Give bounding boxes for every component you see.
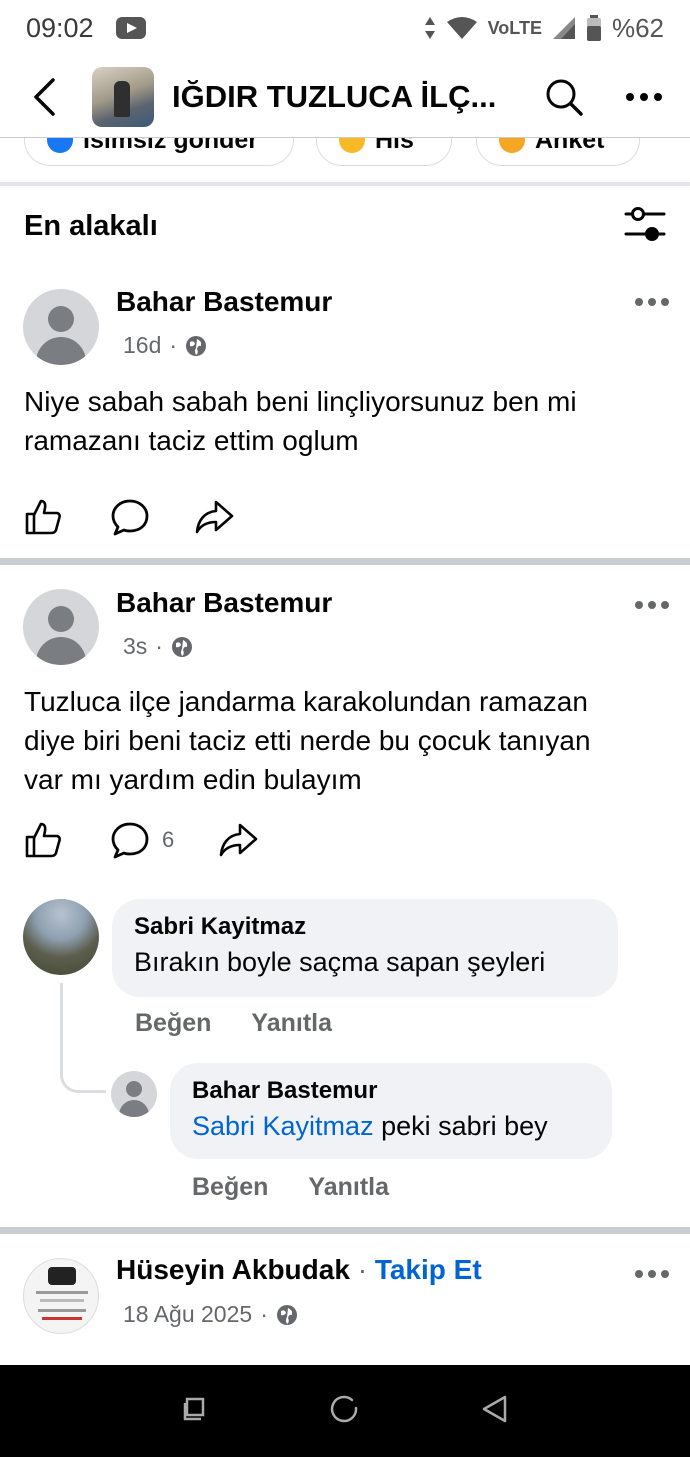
- chip-label: His: [375, 138, 414, 154]
- post-time[interactable]: 16d: [123, 332, 161, 359]
- back-arrow-icon[interactable]: [24, 77, 64, 117]
- feeling-icon: [339, 138, 365, 153]
- post-author[interactable]: Bahar Bastemur: [116, 587, 332, 619]
- comment-count: 6: [162, 827, 175, 852]
- post-author-row: Hüseyin Akbudak · Takip Et: [116, 1254, 482, 1286]
- post-divider: [0, 558, 690, 565]
- post-text-line: Niye sabah sabah beni linçliyorsunuz ben…: [24, 386, 577, 417]
- group-cover-thumbnail[interactable]: [92, 66, 154, 127]
- comment-like-button[interactable]: Beğen: [135, 1009, 211, 1038]
- share-arrow-icon: [195, 500, 234, 534]
- nav-back-icon[interactable]: [481, 1394, 509, 1429]
- post-meta: 18 Ağu 2025 ·: [123, 1301, 298, 1328]
- share-arrow-icon: [219, 823, 258, 857]
- comment-reply-button[interactable]: Yanıtla: [251, 1009, 332, 1038]
- comment-actions: Beğen Yanıtla: [135, 1009, 332, 1038]
- battery-icon: [586, 15, 601, 41]
- data-arrows-icon: [424, 17, 435, 39]
- post-card: Bahar Bastemur 16d · Niye sabah sabah be…: [0, 266, 690, 558]
- poll-icon: [499, 138, 525, 153]
- comment-bubble: Sabri Kayitmaz Bırakın boyle saçma sapan…: [112, 899, 618, 997]
- post-time[interactable]: 3s: [123, 633, 147, 660]
- anonymous-icon: [47, 138, 73, 153]
- separator-dot: ·: [349, 1254, 375, 1285]
- post-meta: 16d ·: [123, 332, 207, 359]
- post-time[interactable]: 18 Ağu 2025: [123, 1301, 252, 1328]
- share-button[interactable]: [218, 822, 258, 858]
- comment-bubble-icon: [111, 822, 149, 859]
- more-options-icon[interactable]: [622, 92, 666, 102]
- post-author[interactable]: Bahar Bastemur: [116, 286, 332, 318]
- follow-button[interactable]: Takip Et: [375, 1254, 482, 1285]
- post-text-line: diye biri beni taciz etti nerde bu çocuk…: [24, 725, 591, 756]
- post-text-line: ramazanı taciz ettim oglum: [24, 425, 359, 456]
- avatar[interactable]: [23, 289, 99, 365]
- comment-author[interactable]: Bahar Bastemur: [192, 1077, 590, 1105]
- post-card: Hüseyin Akbudak · Takip Et 18 Ağu 2025 ·: [0, 1234, 690, 1365]
- filter-sliders-icon[interactable]: [624, 206, 666, 246]
- post-more-icon[interactable]: [634, 597, 670, 615]
- volte-indicator: VoLTE: [487, 17, 542, 38]
- group-header: IĞDIR TUZLUCA İLÇ...: [0, 56, 690, 138]
- comment-button[interactable]: [110, 498, 150, 536]
- avatar[interactable]: [23, 1258, 99, 1334]
- thumbs-up-icon: [25, 499, 61, 535]
- comment-text-body: peki sabri bey: [373, 1111, 548, 1141]
- mention-link[interactable]: Sabri Kayitmaz: [192, 1111, 374, 1141]
- recent-apps-icon[interactable]: [181, 1395, 209, 1428]
- comment-bubble-icon: [111, 499, 149, 536]
- like-button[interactable]: [24, 821, 62, 859]
- post-text-line: Tuzluca ilçe jandarma karakolundan ramaz…: [24, 686, 588, 717]
- post-text: Tuzluca ilçe jandarma karakolundan ramaz…: [24, 682, 664, 799]
- comment-button[interactable]: 6: [110, 821, 174, 859]
- thumbs-up-icon: [25, 822, 61, 858]
- group-title[interactable]: IĞDIR TUZLUCA İLÇ...: [172, 79, 496, 115]
- signal-icon: [552, 17, 575, 39]
- status-time: 09:02: [26, 12, 94, 43]
- comment-bubble: Bahar Bastemur Sabri Kayitmaz peki sabri…: [170, 1063, 612, 1159]
- wifi-icon: [446, 17, 477, 39]
- composer-chip-row: İsimsiz gönder His Anket: [0, 138, 690, 182]
- status-indicators: VoLTE %62: [424, 13, 664, 44]
- reply-avatar[interactable]: [111, 1071, 157, 1117]
- post-more-icon[interactable]: [634, 1266, 670, 1284]
- status-bar: 09:02 VoLTE %62: [0, 0, 690, 56]
- post-actions: 6: [24, 821, 258, 859]
- anonymous-post-chip[interactable]: İsimsiz gönder: [24, 138, 294, 166]
- comment-actions: Beğen Yanıtla: [192, 1173, 389, 1202]
- youtube-notification-icon: [115, 17, 146, 39]
- post-meta: 3s ·: [123, 633, 193, 660]
- like-button[interactable]: [24, 498, 62, 536]
- poll-chip[interactable]: Anket: [476, 138, 640, 166]
- comment-like-button[interactable]: Beğen: [192, 1173, 268, 1202]
- chip-label: İsimsiz gönder: [83, 138, 259, 154]
- sort-row: En alakalı: [0, 186, 690, 266]
- commenter-avatar[interactable]: [23, 899, 99, 975]
- share-button[interactable]: [194, 499, 234, 535]
- post-more-icon[interactable]: [634, 294, 670, 312]
- comment-reply-button[interactable]: Yanıtla: [308, 1173, 389, 1202]
- feeling-chip[interactable]: His: [316, 138, 452, 166]
- comment-text: Sabri Kayitmaz peki sabri bey: [192, 1111, 590, 1142]
- search-icon[interactable]: [542, 75, 586, 119]
- avatar[interactable]: [23, 589, 99, 665]
- globe-icon: [276, 1304, 297, 1325]
- sort-label[interactable]: En alakalı: [24, 210, 158, 243]
- comment-author[interactable]: Sabri Kayitmaz: [134, 913, 596, 941]
- chip-label: Anket: [535, 138, 605, 154]
- home-icon[interactable]: [330, 1394, 360, 1429]
- system-navigation-bar: [0, 1365, 690, 1457]
- post-divider: [0, 1227, 690, 1234]
- comment-text: Bırakın boyle saçma sapan şeyleri: [134, 947, 546, 977]
- reply-thread-line: [60, 983, 106, 1093]
- battery-level: %62: [611, 12, 664, 43]
- globe-icon: [186, 335, 207, 356]
- post-author[interactable]: Hüseyin Akbudak: [116, 1254, 350, 1285]
- post-text: Niye sabah sabah beni linçliyorsunuz ben…: [24, 382, 664, 460]
- post-text-line: var mı yardım edin bulayım: [24, 764, 362, 795]
- post-actions: [24, 498, 234, 536]
- globe-icon: [171, 636, 192, 657]
- post-card: Bahar Bastemur 3s · Tuzluca ilçe jandarm…: [0, 565, 690, 1227]
